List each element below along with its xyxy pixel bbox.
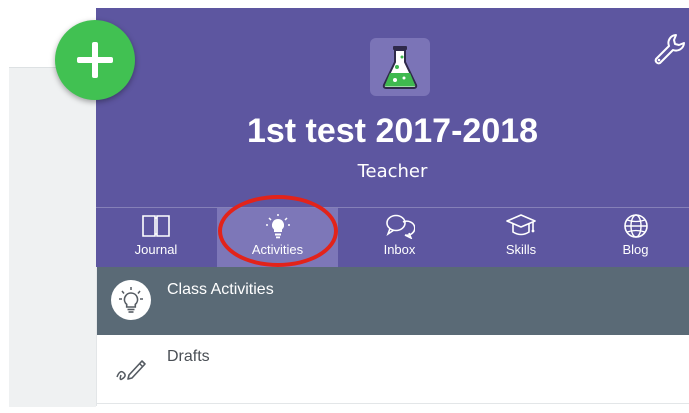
tab-label: Activities	[251, 242, 304, 257]
tab-skills[interactable]: Skills	[461, 208, 581, 268]
lightbulb-icon	[119, 287, 143, 313]
tab-label: Blog	[622, 242, 649, 257]
flask-icon	[382, 46, 418, 89]
class-panel: 1st test 2017-2018 Teacher Journal Activ…	[96, 8, 689, 406]
tab-label: Inbox	[383, 242, 416, 257]
left-pane-content	[9, 67, 96, 407]
lightbulb-icon	[265, 214, 290, 239]
tab-inbox[interactable]: Inbox	[339, 208, 460, 268]
tab-label: Journal	[134, 242, 178, 257]
chat-bubbles-icon	[385, 214, 415, 239]
wrench-icon[interactable]	[652, 32, 686, 66]
activities-list: Class Activities Drafts	[96, 267, 689, 406]
list-item-label: Drafts	[167, 348, 210, 365]
tab-blog[interactable]: Blog	[582, 208, 689, 268]
row-icon-badge	[111, 280, 151, 320]
add-button[interactable]	[55, 20, 135, 100]
list-item-drafts[interactable]: Drafts	[97, 335, 689, 404]
tab-activities[interactable]: Activities	[217, 208, 338, 268]
class-role: Teacher	[357, 161, 428, 182]
tab-journal[interactable]: Journal	[96, 208, 216, 268]
class-icon-tile	[370, 38, 430, 96]
class-header: 1st test 2017-2018 Teacher Journal Activ…	[96, 8, 689, 268]
book-icon	[142, 215, 170, 237]
graduation-cap-icon	[506, 214, 536, 236]
list-item-label: Class Activities	[167, 281, 274, 298]
list-item-class-activities[interactable]: Class Activities	[97, 267, 689, 335]
globe-icon	[623, 214, 648, 238]
pencil-icon	[116, 360, 146, 381]
class-title: 1st test 2017-2018	[246, 112, 539, 150]
tab-bar: Journal Activities Inbox Skills Blog	[96, 207, 689, 268]
tab-label: Skills	[505, 242, 537, 257]
plus-icon	[77, 42, 113, 78]
